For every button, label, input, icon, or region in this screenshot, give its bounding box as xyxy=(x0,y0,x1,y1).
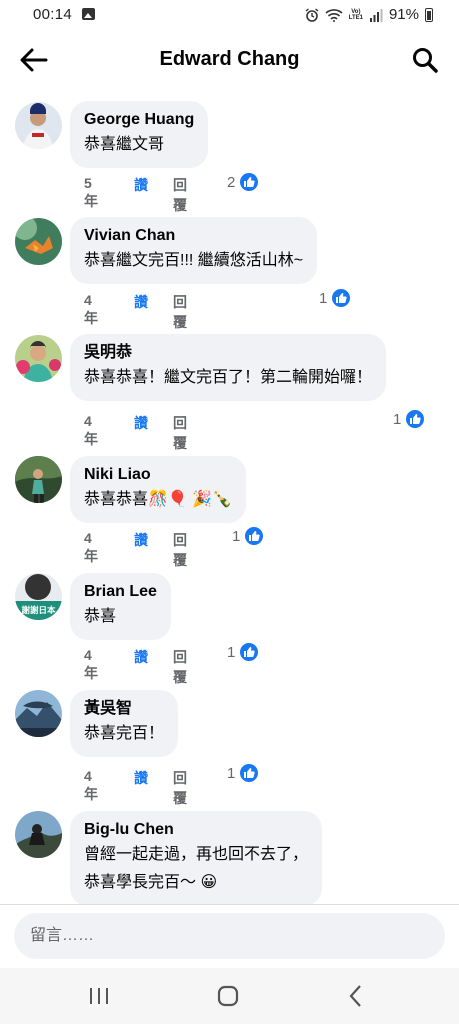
comment-text-line: 恭喜學長完百～ 😀 xyxy=(84,874,218,891)
comment-age[interactable]: 4年 xyxy=(84,647,98,683)
volte-icon: Vo) LTE1 xyxy=(349,9,363,21)
comment-bubble[interactable]: Niki Liao 恭喜恭喜🎊🎈 🎉🍾 xyxy=(70,456,247,523)
reaction-count[interactable]: 1 xyxy=(319,287,352,309)
like-button[interactable]: 讚 xyxy=(134,647,148,667)
reply-button[interactable]: 回覆 xyxy=(173,768,187,808)
reaction-count[interactable]: 1 xyxy=(393,408,426,430)
volte-bottom-text: LTE1 xyxy=(348,14,363,21)
battery-icon xyxy=(425,7,433,22)
recent-apps-icon[interactable] xyxy=(84,982,114,1010)
avatar[interactable] xyxy=(15,218,62,265)
alarm-icon xyxy=(305,7,319,22)
thumbs-up-icon xyxy=(239,172,260,192)
like-button[interactable]: 讚 xyxy=(134,768,148,788)
comment-bubble[interactable]: George Huang 恭喜繼文哥 xyxy=(70,101,209,168)
like-button[interactable]: 讚 xyxy=(134,530,148,550)
like-button[interactable]: 讚 xyxy=(134,413,148,433)
avatar[interactable] xyxy=(15,690,62,737)
status-bar: 00:14 Vo) LTE1 91% xyxy=(0,0,459,30)
comment-age[interactable]: 5年 xyxy=(84,175,98,211)
comment-bubble[interactable]: Brian Lee 恭喜 xyxy=(70,573,171,640)
reaction-count[interactable]: 2 xyxy=(227,171,260,193)
app-header: Edward Chang xyxy=(0,36,459,84)
thumbs-up-icon xyxy=(244,526,265,546)
comment-text: 恭喜繼文完百!!! 繼續悠活山林~ xyxy=(84,252,304,269)
reaction-count[interactable]: 1 xyxy=(227,762,260,784)
avatar[interactable] xyxy=(15,811,62,858)
thumbs-up-icon xyxy=(239,763,260,783)
comment-author[interactable]: Brian Lee xyxy=(84,582,157,602)
signal-icon xyxy=(369,8,383,22)
comment-text: 恭喜 xyxy=(84,608,117,625)
avatar[interactable] xyxy=(15,456,62,503)
thumbs-up-icon xyxy=(239,642,260,662)
reply-button[interactable]: 回覆 xyxy=(173,413,187,453)
back-nav-icon[interactable] xyxy=(341,982,371,1010)
comment-author[interactable]: George Huang xyxy=(84,110,194,130)
comment-age[interactable]: 4年 xyxy=(84,530,98,566)
comment-text: 恭喜恭喜！繼文完百了！第二輪開始囉！ xyxy=(84,369,373,386)
like-button[interactable]: 讚 xyxy=(134,292,148,312)
comment-age[interactable]: 4年 xyxy=(84,768,98,804)
reply-button[interactable]: 回覆 xyxy=(173,647,187,687)
status-time: 00:14 xyxy=(33,6,73,23)
avatar[interactable] xyxy=(15,335,62,382)
comment-text: 恭喜繼文哥 xyxy=(84,136,165,153)
reply-button[interactable]: 回覆 xyxy=(173,292,187,332)
like-button[interactable]: 讚 xyxy=(134,175,148,195)
comment-author[interactable]: 黃吳智 xyxy=(84,699,164,719)
comment-age[interactable]: 4年 xyxy=(84,413,98,449)
comment-text: 恭喜恭喜🎊🎈 🎉🍾 xyxy=(84,491,233,508)
like-count: 1 xyxy=(232,527,241,545)
wifi-icon xyxy=(325,8,343,22)
thumbs-up-icon xyxy=(405,409,426,429)
reply-button[interactable]: 回覆 xyxy=(173,530,187,570)
reaction-count[interactable]: 1 xyxy=(232,525,265,547)
like-count: 1 xyxy=(227,643,236,661)
comment-age[interactable]: 4年 xyxy=(84,292,98,328)
status-icons: Vo) LTE1 91% xyxy=(305,6,433,23)
comment-text: 恭喜完百！ xyxy=(84,725,165,742)
comment-bubble[interactable]: Big-lu Chen 曾經一起走過，再也回不去了， 恭喜學長完百～ 😀 xyxy=(70,811,323,906)
system-nav-bar xyxy=(0,968,459,1024)
like-count: 1 xyxy=(319,289,328,307)
battery-percent: 91% xyxy=(388,6,419,23)
comment-author[interactable]: 吳明恭 xyxy=(84,343,372,363)
comment-input[interactable] xyxy=(14,913,445,959)
comment-bubble[interactable]: 吳明恭 恭喜恭喜！繼文完百了！第二輪開始囉！ xyxy=(70,334,387,401)
like-count: 2 xyxy=(227,173,236,191)
like-count: 1 xyxy=(227,764,236,782)
like-count: 1 xyxy=(393,410,402,428)
comment-bubble[interactable]: Vivian Chan 恭喜繼文完百!!! 繼續悠活山林~ xyxy=(70,217,318,284)
home-icon[interactable] xyxy=(213,982,243,1010)
comment-author[interactable]: Vivian Chan xyxy=(84,226,303,246)
avatar[interactable] xyxy=(15,102,62,149)
comment-composer xyxy=(0,904,459,968)
page-title: Edward Chang xyxy=(159,48,300,70)
reply-button[interactable]: 回覆 xyxy=(173,175,187,215)
thumbs-up-icon xyxy=(331,288,352,308)
avatar-text: 謝謝日本 xyxy=(21,605,56,616)
comment-text-line: 曾經一起走過，再也回不去了， xyxy=(84,846,309,863)
comment-author[interactable]: Niki Liao xyxy=(84,465,232,485)
search-icon[interactable] xyxy=(411,46,439,74)
comment-author[interactable]: Big-lu Chen xyxy=(84,820,308,840)
avatar[interactable]: 謝謝日本 xyxy=(15,573,62,620)
gallery-notification-icon xyxy=(82,8,95,20)
reaction-count[interactable]: 1 xyxy=(227,641,260,663)
comment-bubble[interactable]: 黃吳智 恭喜完百！ xyxy=(70,690,179,757)
